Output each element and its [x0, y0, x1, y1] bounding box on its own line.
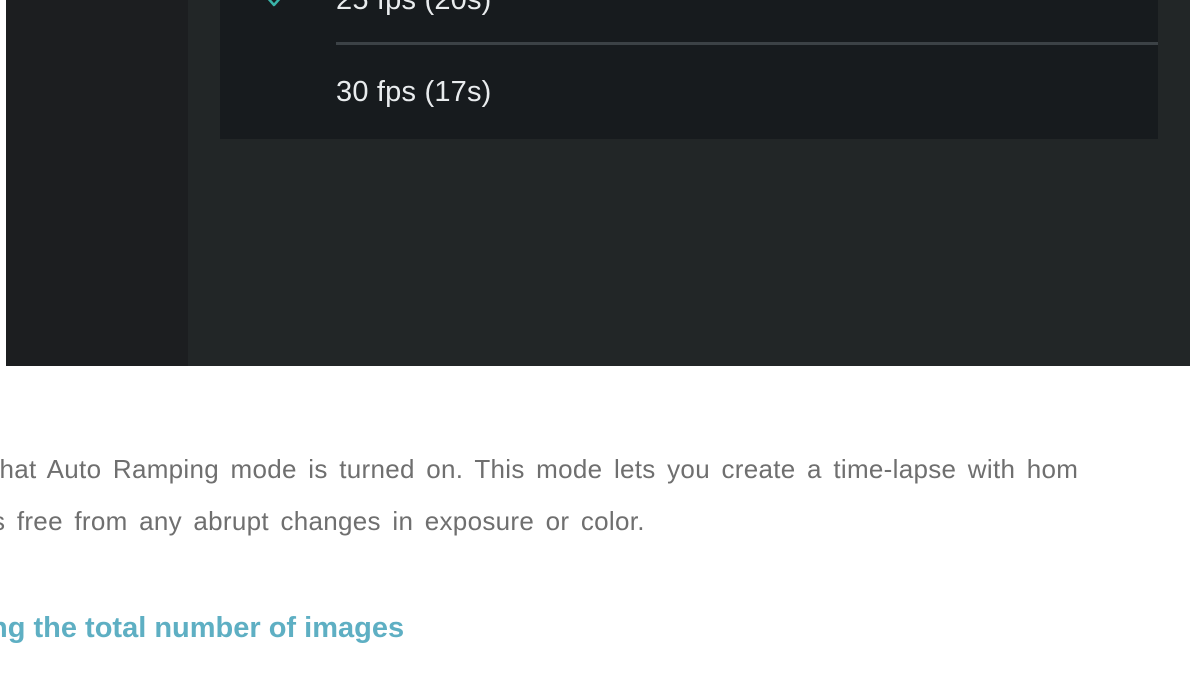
paragraph-line-1: that Auto Ramping mode is turned on. Thi…: [0, 454, 1079, 484]
fps-option-30[interactable]: 30 fps (17s): [336, 76, 492, 109]
paragraph-line-2: s free from any abrupt changes in exposu…: [0, 506, 645, 536]
screenshot-sidebar: [6, 0, 188, 366]
check-icon: [267, 0, 281, 7]
article-paragraph: that Auto Ramping mode is turned on. Thi…: [0, 443, 1190, 547]
app-screenshot: 25 fps (20s) 30 fps (17s): [6, 0, 1190, 366]
fps-option-25[interactable]: 25 fps (20s): [336, 0, 492, 17]
fps-options-list: 25 fps (20s) 30 fps (17s): [220, 0, 1158, 139]
page: 25 fps (20s) 30 fps (17s) that Auto Ramp…: [0, 0, 1190, 676]
list-divider: [336, 42, 1158, 45]
section-heading: ng the total number of images: [0, 612, 405, 644]
